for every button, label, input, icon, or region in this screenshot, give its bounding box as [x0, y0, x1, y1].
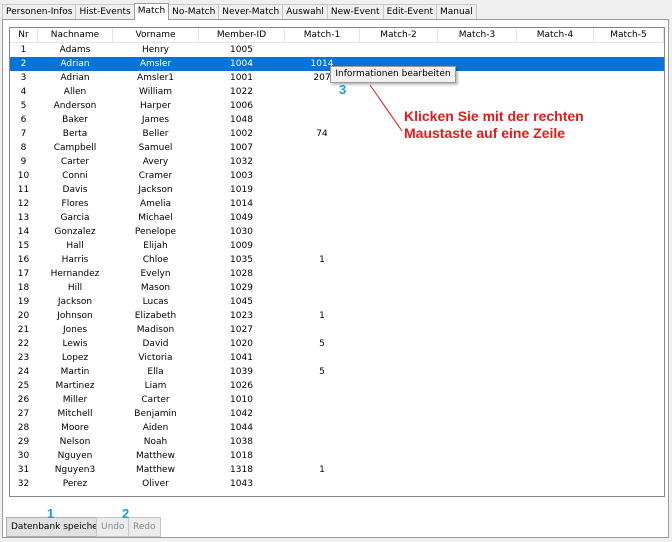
marker-1: 1 [47, 506, 55, 521]
annotation-text: Klicken Sie mit der rechten Maustaste au… [404, 108, 584, 141]
annotation-arrow [369, 84, 403, 132]
marker-2: 2 [122, 506, 130, 521]
